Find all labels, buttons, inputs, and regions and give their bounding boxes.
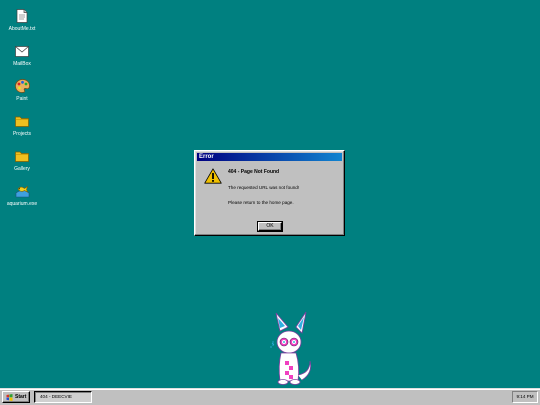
desktop-icon-aquarium[interactable]: aquarium.exe bbox=[4, 183, 40, 207]
start-label: Start bbox=[15, 394, 27, 400]
error-hint: Please return to the home page. bbox=[228, 200, 294, 205]
document-icon bbox=[14, 8, 30, 24]
desktop-icon-label: aquarium.exe bbox=[6, 201, 38, 207]
error-message: The requested URL was not found! bbox=[228, 185, 300, 190]
taskbar-window-button[interactable]: 404 - DEECVIE bbox=[34, 391, 92, 403]
taskbar: Start 404 - DEECVIE 9:14 PM bbox=[0, 388, 540, 405]
mascot-character bbox=[266, 311, 316, 386]
error-heading: 404 - Page Not Found bbox=[228, 169, 280, 175]
desktop-icon-label: AboutMe.txt bbox=[8, 26, 36, 32]
windows-logo-icon bbox=[6, 388, 13, 405]
system-tray-clock: 9:14 PM bbox=[512, 391, 538, 403]
desktop-icon-mailbox[interactable]: MailBox bbox=[4, 43, 40, 67]
start-button[interactable]: Start bbox=[2, 391, 30, 403]
desktop-icon-aboutme[interactable]: AboutMe.txt bbox=[4, 8, 40, 32]
desktop-icon-label: MailBox bbox=[13, 61, 31, 67]
dialog-title: Error bbox=[199, 154, 214, 160]
paint-palette-icon bbox=[14, 78, 30, 94]
mail-icon bbox=[14, 43, 30, 59]
folder-icon bbox=[14, 113, 30, 129]
desktop-icon-paint[interactable]: Paint bbox=[4, 78, 40, 102]
desktop-icon-label: Gallery bbox=[14, 166, 30, 172]
desktop-icon-gallery[interactable]: Gallery bbox=[4, 148, 40, 172]
warning-icon bbox=[204, 168, 222, 184]
desktop-icon-projects[interactable]: Projects bbox=[4, 113, 40, 137]
ok-button[interactable]: OK bbox=[257, 221, 283, 232]
folder-icon bbox=[14, 148, 30, 164]
desktop-icon-label: Projects bbox=[12, 131, 32, 137]
error-dialog: Error 404 - Page Not Found The requested… bbox=[194, 150, 345, 236]
dialog-titlebar[interactable]: Error bbox=[197, 153, 342, 161]
aquarium-fish-icon bbox=[14, 183, 30, 199]
desktop-icon-label: Paint bbox=[16, 96, 28, 102]
